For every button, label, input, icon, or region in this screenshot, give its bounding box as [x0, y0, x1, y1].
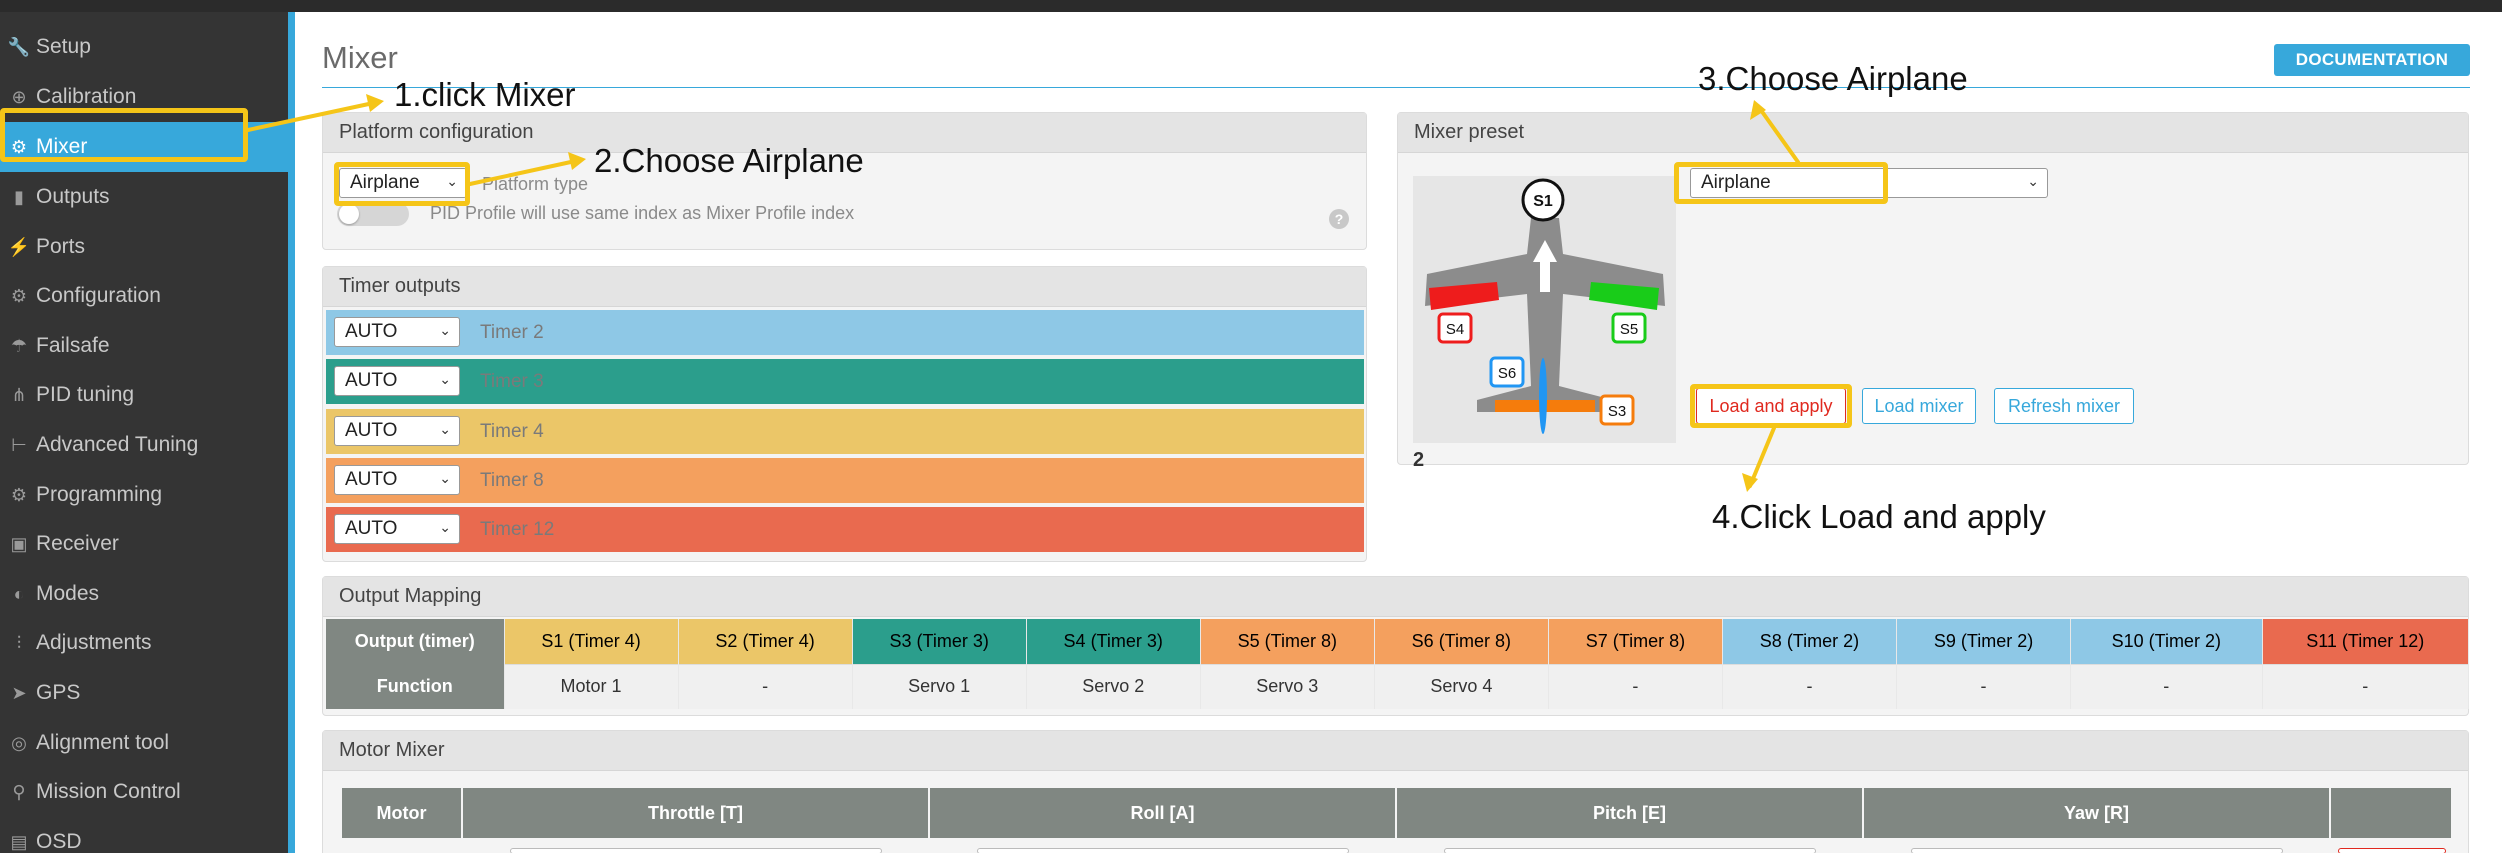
arrow-line-step1: [246, 100, 380, 132]
arrowhead-step1: [366, 94, 384, 112]
arrowhead-step2: [568, 152, 586, 170]
arrow-line-step3: [1756, 104, 1800, 164]
annotation-step1: 1.click Mixer: [394, 76, 576, 113]
annotation-step4: 4.Click Load and apply: [1712, 498, 2046, 535]
arrow-line-step4: [1748, 426, 1776, 488]
annotation-step3: 3.Choose Airplane: [1698, 60, 1968, 97]
annotation-step2: 2.Choose Airplane: [594, 142, 864, 179]
arrow-line-step2: [468, 158, 582, 186]
annotation-arrows: [246, 94, 1800, 492]
